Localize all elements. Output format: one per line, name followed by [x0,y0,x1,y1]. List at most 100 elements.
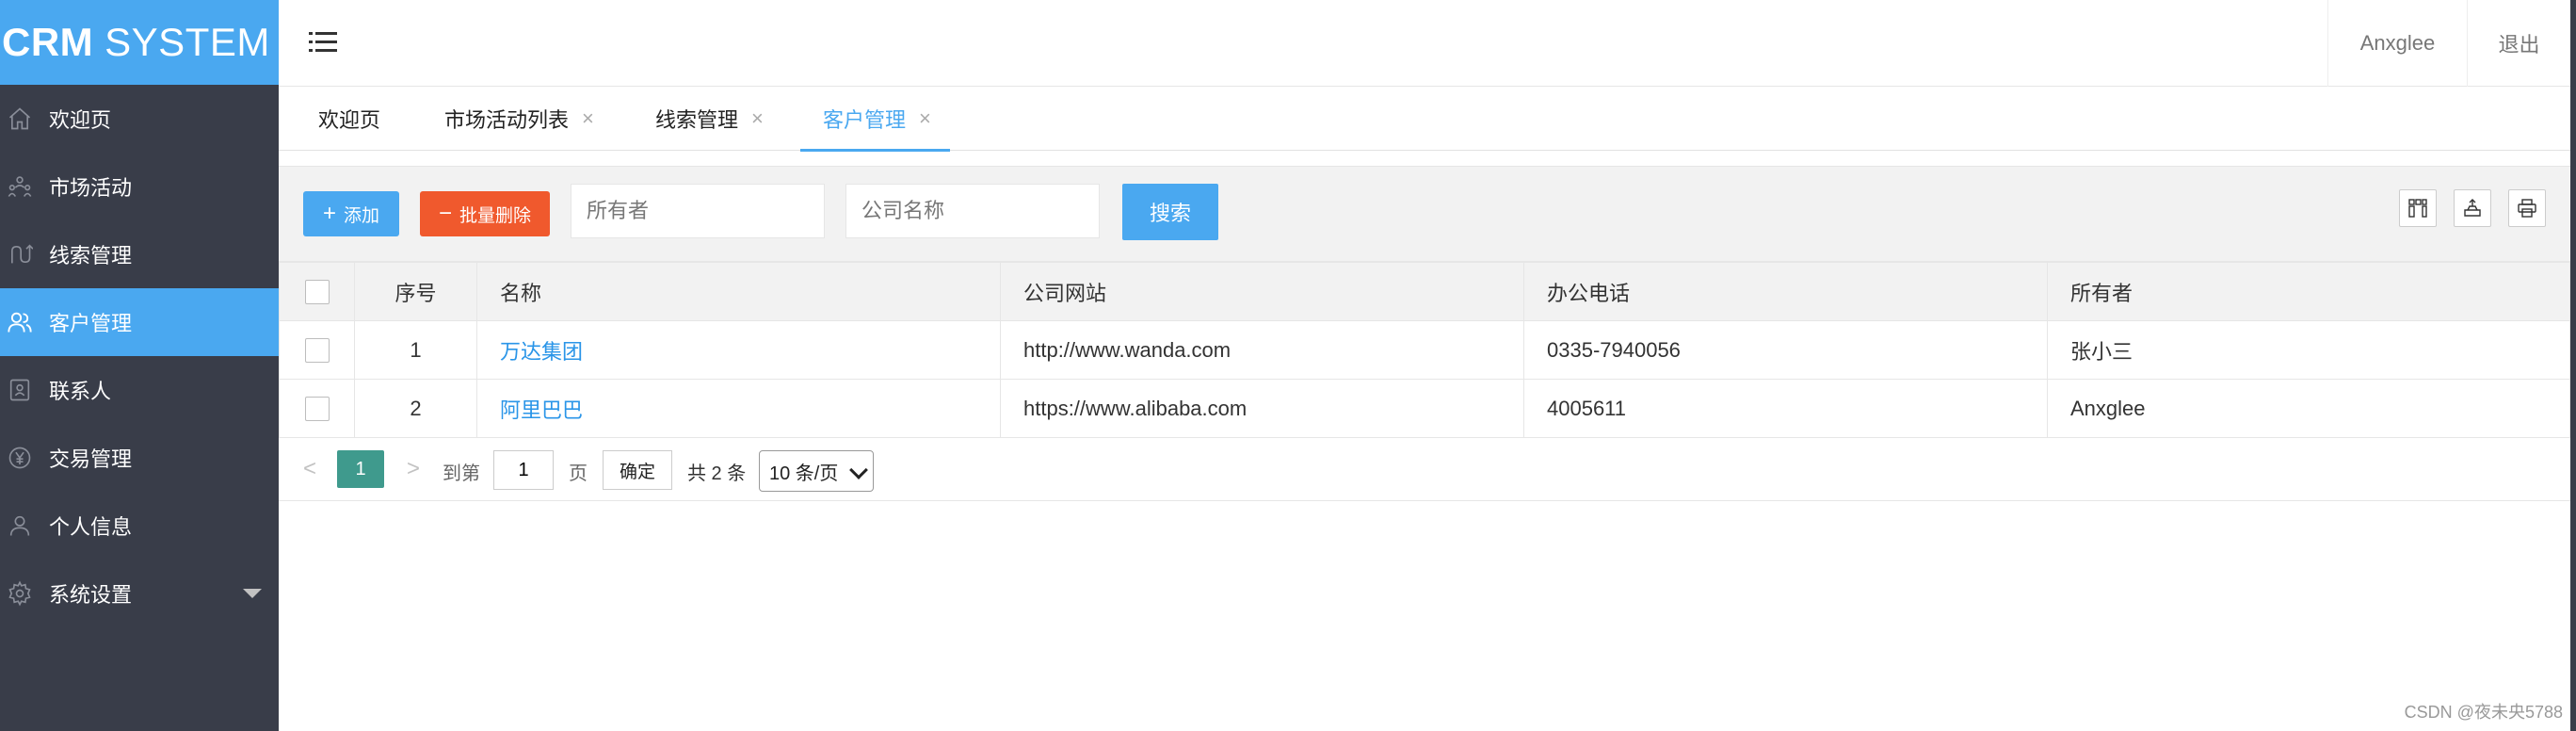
total-count: 共 2 条 [687,463,747,484]
watermark: CSDN @夜未央5788 [2404,703,2563,722]
tab-customers[interactable]: 客户管理 × [800,87,950,152]
sidebar-item-label: 客户管理 [49,312,133,335]
tab-leads[interactable]: 线索管理 × [655,87,764,151]
chevron-down-icon [849,461,868,479]
owner-input[interactable] [571,184,825,238]
row-select-cell [279,379,355,438]
column-header[interactable]: 公司网站 [1000,262,1524,321]
column-header[interactable]: 所有者 [2047,262,2570,321]
page-size-value: 10 条/页 [769,463,839,484]
sidebar-item-leads[interactable]: 线索管理 [0,220,279,288]
menu-toggle-icon[interactable] [309,30,337,55]
cell-phone: 4005611 [1523,379,2048,438]
minus-icon: − [438,201,452,226]
cell-website: https://www.alibaba.com [1000,379,1524,438]
export-icon[interactable] [2454,189,2491,227]
goto-page-input[interactable] [493,450,554,490]
tab-label: 客户管理 [823,108,907,132]
company-name-input[interactable] [845,184,1100,238]
user-icon [6,512,34,540]
add-button[interactable]: + 添加 [303,191,399,236]
tab-marketing-list[interactable]: 市场活动列表 × [444,87,594,151]
table-toolbar: + 添加 − 批量删除 搜索 [279,166,2570,262]
row-select-cell [279,320,355,380]
cell-website: http://www.wanda.com [1000,320,1524,380]
batch-delete-label: 批量删除 [459,205,532,226]
users-icon [6,308,34,336]
search-button[interactable]: 搜索 [1122,184,1218,240]
cell-name: 阿里巴巴 [476,379,1001,438]
batch-delete-button[interactable]: − 批量删除 [420,191,550,236]
row-checkbox[interactable] [304,397,330,422]
table-row: 2 阿里巴巴 https://www.alibaba.com 4005611 A… [279,379,2570,438]
sidebar-item-label: 交易管理 [49,447,133,471]
goto-label: 到第 [443,463,480,484]
row-checkbox[interactable] [304,338,330,364]
cell-index: 1 [354,320,477,380]
user-name[interactable]: Anxglee [2327,0,2467,87]
close-icon[interactable]: × [582,106,594,131]
customer-name-link[interactable]: 阿里巴巴 [500,398,583,422]
top-header: Anxglee 退出 [279,0,2570,87]
column-header[interactable]: 办公电话 [1523,262,2048,321]
current-page-button[interactable]: 1 [337,450,384,488]
add-button-label: 添加 [344,205,380,226]
gear-icon [6,579,34,608]
next-page-button[interactable]: > [407,456,420,482]
select-all-cell [279,262,355,321]
page-tabs: 欢迎页 市场活动列表 × 线索管理 × 客户管理 × [279,87,2570,152]
customer-table: 序号 名称 公司网站 办公电话 所有者 1 万达集团 http://www.wa… [279,262,2570,438]
goto-confirm-button[interactable]: 确定 [603,450,672,490]
close-icon[interactable]: × [751,106,764,131]
close-icon[interactable]: × [919,106,931,131]
sidebar-item-profile[interactable]: 个人信息 [0,492,279,560]
table-row: 1 万达集团 http://www.wanda.com 0335-7940056… [279,320,2570,380]
tab-label: 线索管理 [655,108,739,132]
cell-owner: Anxglee [2047,379,2570,438]
prev-page-button[interactable]: < [303,456,316,482]
sidebar-item-label: 市场活动 [49,176,133,200]
route-icon [6,240,34,268]
window-edge [2570,0,2576,731]
column-header[interactable]: 名称 [476,262,1001,321]
cell-phone: 0335-7940056 [1523,320,2048,380]
sidebar-item-label: 系统设置 [49,583,133,607]
home-icon [6,105,34,133]
tab-welcome[interactable]: 欢迎页 [318,87,380,151]
tab-label: 欢迎页 [318,108,381,132]
sidebar-item-label: 个人信息 [49,515,133,539]
sidebar: CRM SYSTEM 欢迎页 市场活动 线索管理 客户管理 联系人 交易管理 个… [0,0,279,731]
app-logo: CRM SYSTEM [0,0,279,85]
contact-card-icon [6,376,34,404]
logo-text-system: SYSTEM [105,20,270,64]
sidebar-item-customers[interactable]: 客户管理 [0,288,279,356]
sidebar-item-contacts[interactable]: 联系人 [0,356,279,424]
chevron-down-icon[interactable] [243,589,262,598]
sidebar-item-marketing[interactable]: 市场活动 [0,153,279,220]
customer-name-link[interactable]: 万达集团 [500,340,583,364]
sidebar-item-transactions[interactable]: 交易管理 [0,424,279,492]
users-group-icon [6,172,34,201]
columns-filter-icon[interactable] [2399,189,2437,227]
sidebar-item-welcome[interactable]: 欢迎页 [0,85,279,153]
logout-button[interactable]: 退出 [2467,0,2570,87]
cell-owner: 张小三 [2047,320,2570,380]
sidebar-item-label: 线索管理 [49,244,133,268]
cell-index: 2 [354,379,477,438]
sidebar-item-label: 欢迎页 [49,108,112,132]
logo-text-crm: CRM [2,20,94,64]
cell-name: 万达集团 [476,320,1001,380]
column-header[interactable]: 序号 [354,262,477,321]
page-size-select[interactable]: 10 条/页 [759,450,874,492]
sidebar-item-settings[interactable]: 系统设置 [0,560,279,627]
select-all-checkbox[interactable] [304,280,330,305]
yen-coin-icon [6,444,34,472]
pagination: < 1 > 到第 页 确定 共 2 条 10 条/页 [279,439,2570,501]
tab-label: 市场活动列表 [444,108,570,132]
sidebar-menu: 欢迎页 市场活动 线索管理 客户管理 联系人 交易管理 个人信息 系统设置 [0,85,279,627]
print-icon[interactable] [2508,189,2546,227]
plus-icon: + [322,201,336,226]
table-header-row: 序号 名称 公司网站 办公电话 所有者 [279,262,2570,321]
page-unit-label: 页 [569,463,588,484]
sidebar-item-label: 联系人 [49,380,112,403]
